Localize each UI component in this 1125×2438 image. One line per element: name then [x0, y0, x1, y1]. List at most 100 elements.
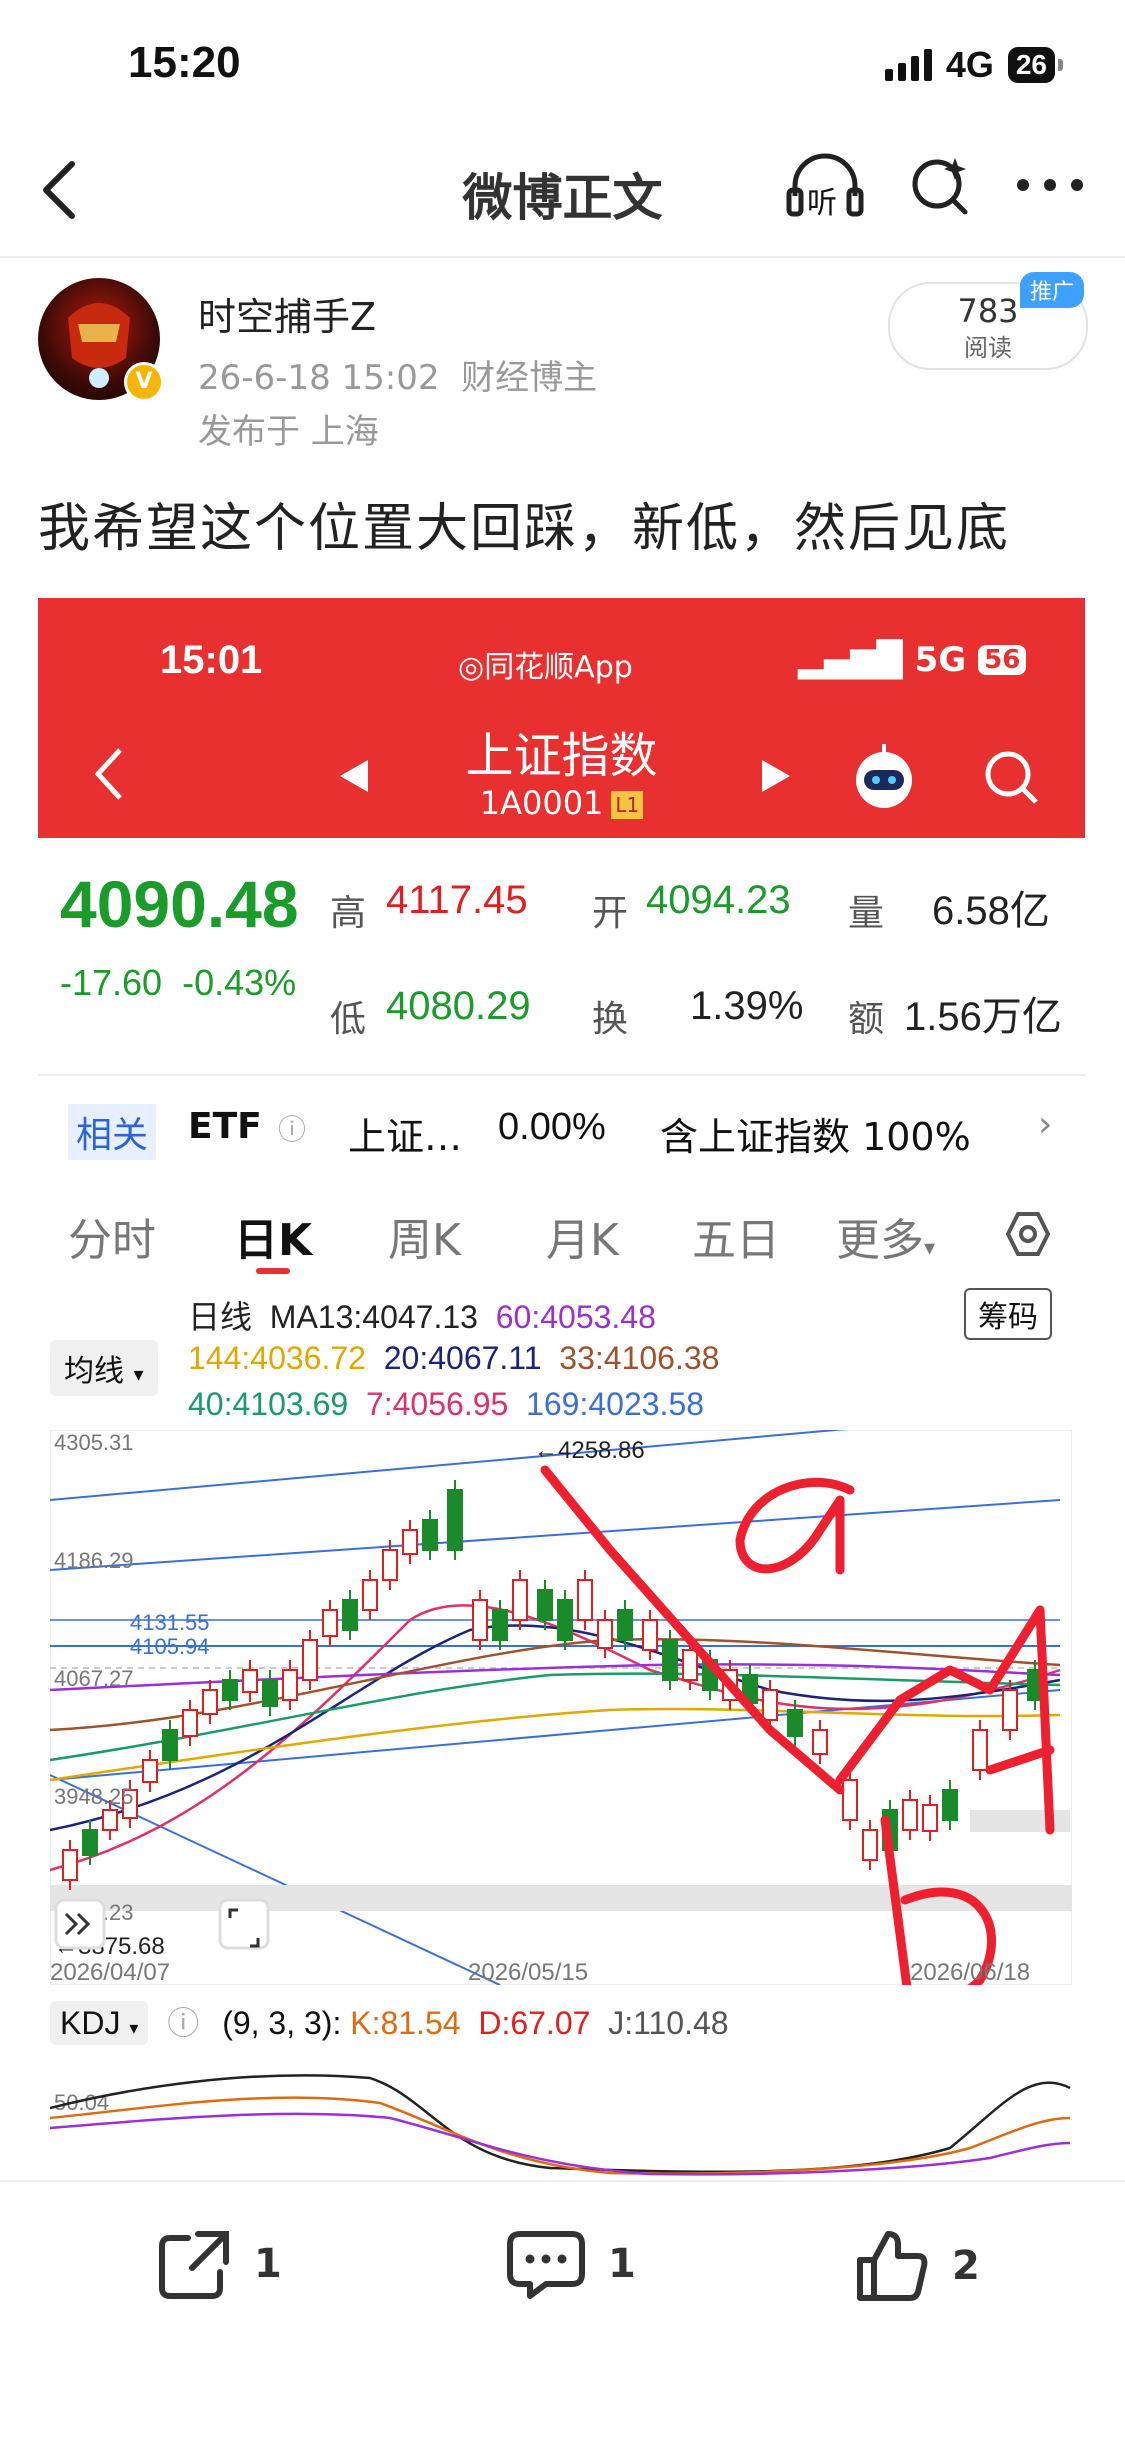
ma20-value: 20:4067.11	[383, 1340, 542, 1376]
x-date-end: 2026/06/18	[910, 1959, 1030, 1985]
tab-daily[interactable]: 日K	[234, 1204, 312, 1268]
kdj-selector[interactable]: KDJ ▾	[50, 2001, 149, 2045]
post-time: 26-6-18 15:02	[198, 358, 440, 398]
chips-button[interactable]: 筹码	[964, 1288, 1052, 1340]
nav-actions: 听	[785, 150, 1085, 221]
candle-body	[862, 1829, 878, 1861]
expand-icon[interactable]	[54, 1898, 106, 1950]
kdj-k: K:81.54	[350, 2005, 461, 2041]
candle-body	[1002, 1689, 1018, 1731]
battery-icon: 26	[1007, 47, 1064, 83]
candle-body	[382, 1549, 398, 1581]
candle-body	[62, 1849, 78, 1881]
etf-contains: 含上证指数 100%	[660, 1115, 971, 1159]
candle-body	[922, 1804, 938, 1832]
candle-body	[402, 1529, 418, 1555]
candle-body	[302, 1639, 318, 1681]
share-icon	[159, 2231, 229, 2299]
author-name[interactable]: 时空捕手Z	[198, 286, 376, 341]
candle-body	[182, 1709, 198, 1737]
change-value: -17.60	[60, 962, 163, 1003]
listen-button[interactable]: 听	[785, 150, 865, 221]
settings-icon[interactable]	[1004, 1210, 1052, 1258]
candle-body	[102, 1809, 118, 1831]
caret-down-icon: ▾	[924, 1236, 936, 1261]
post-image[interactable]: 15:01 ◎同花顺App ▂▄▆█ 5G 56 上证指数 1A0001 L1 4…	[38, 598, 1085, 2178]
candle-body	[422, 1519, 438, 1551]
amount-label: 额	[848, 999, 885, 1040]
quote-divider	[38, 1074, 1085, 1076]
like-count: 2	[952, 2243, 980, 2289]
etf-name: 上证…	[348, 1115, 463, 1159]
active-tab-indicator	[256, 1268, 290, 1274]
kdj-d: D:67.07	[478, 2005, 591, 2041]
app-header: 15:01 ◎同花顺App ▂▄▆█ 5G 56 上证指数 1A0001 L1	[38, 598, 1085, 838]
related-tag: 相关	[68, 1104, 157, 1160]
kdj-name: KDJ	[60, 2005, 121, 2041]
ma13-value: MA13:4047.13	[269, 1299, 478, 1335]
open-label: 开	[592, 893, 629, 934]
etf-row[interactable]: 相关 ETF ⓘ 上证… 0.00% 含上证指数 100% ›	[38, 1082, 1085, 1178]
status-time: 15:20	[128, 38, 241, 87]
ma-caret-icon: ▾	[133, 1362, 144, 1386]
high-label: 高	[330, 893, 367, 934]
tab-intraday[interactable]: 分时	[68, 1204, 156, 1268]
comment-button[interactable]: 1	[506, 2228, 636, 2300]
index-code: 1A0001 L1	[38, 784, 1085, 822]
like-button[interactable]: 2	[854, 2228, 980, 2304]
comment-icon	[507, 2231, 585, 2299]
search-icon[interactable]	[905, 150, 975, 220]
ma-selector[interactable]: 均线 ▾	[50, 1340, 158, 1396]
kdj-chart: 50.04	[50, 2074, 1071, 2176]
more-icon[interactable]	[1015, 175, 1085, 195]
kdj-j: J:110.48	[608, 2005, 729, 2041]
shot-search-icon	[985, 751, 1038, 804]
network-label: 4G	[945, 44, 994, 85]
shot-network: 5G	[914, 640, 967, 680]
candle-body	[942, 1789, 958, 1821]
next-arrow-icon	[762, 760, 790, 792]
period-tabs: 分时 日K 周K 月K 五日 更多▾	[38, 1184, 1085, 1282]
y-tick-3948: 3948.25	[54, 1784, 134, 1809]
action-bar: 1 1 2	[0, 2180, 1125, 2438]
candle-body	[617, 1609, 633, 1641]
candle-body	[842, 1779, 858, 1821]
candle-body	[472, 1599, 488, 1641]
low-label: 低	[330, 999, 367, 1040]
share-button[interactable]: 1	[158, 2228, 282, 2300]
shot-app-name: ◎同花顺App	[458, 650, 633, 685]
shot-app-label: 同花顺App	[484, 650, 633, 685]
candle-body	[812, 1729, 828, 1755]
help-icon[interactable]: ⓘ	[167, 2005, 199, 2041]
tab-monthly[interactable]: 月K	[546, 1204, 619, 1268]
ad-badge: 推广	[1020, 272, 1085, 308]
verified-badge-icon: V	[124, 362, 164, 402]
kline-chart[interactable]: 4305.31 4186.29 4131.55 4105.94 4067.27 …	[50, 1430, 1072, 1985]
volume-value: 6.58亿	[932, 889, 1050, 933]
turnover-label: 换	[592, 999, 629, 1040]
tab-more-label: 更多	[836, 1215, 924, 1266]
candle-body	[447, 1489, 463, 1551]
comment-count: 1	[608, 2241, 636, 2287]
shot-status-indicators: ▂▄▆█ 5G 56	[798, 640, 1027, 680]
candle-body	[242, 1669, 258, 1693]
fullscreen-icon[interactable]	[218, 1898, 270, 1950]
candle-body	[642, 1619, 658, 1651]
candle-body	[762, 1689, 778, 1721]
status-indicators: 4G 26	[884, 44, 1064, 86]
ma60-value: 60:4053.48	[495, 1299, 656, 1335]
candle-body	[282, 1669, 298, 1701]
tab-more[interactable]: 更多▾	[836, 1204, 935, 1268]
kdj-params: (9, 3, 3):	[222, 2005, 342, 2041]
tab-weekly[interactable]: 周K	[388, 1204, 461, 1268]
candle-body	[682, 1649, 698, 1681]
candle-body	[662, 1639, 678, 1681]
turnover-value: 1.39%	[690, 984, 804, 1028]
tab-five-day[interactable]: 五日	[692, 1204, 780, 1268]
ma-period-label: 日线	[188, 1299, 253, 1335]
candle-body	[322, 1609, 338, 1637]
y-tick-4305: 4305.31	[54, 1430, 134, 1455]
ma144-value: 144:4036.72	[188, 1340, 366, 1376]
candle-body	[972, 1729, 988, 1771]
robot-icon	[856, 744, 912, 808]
